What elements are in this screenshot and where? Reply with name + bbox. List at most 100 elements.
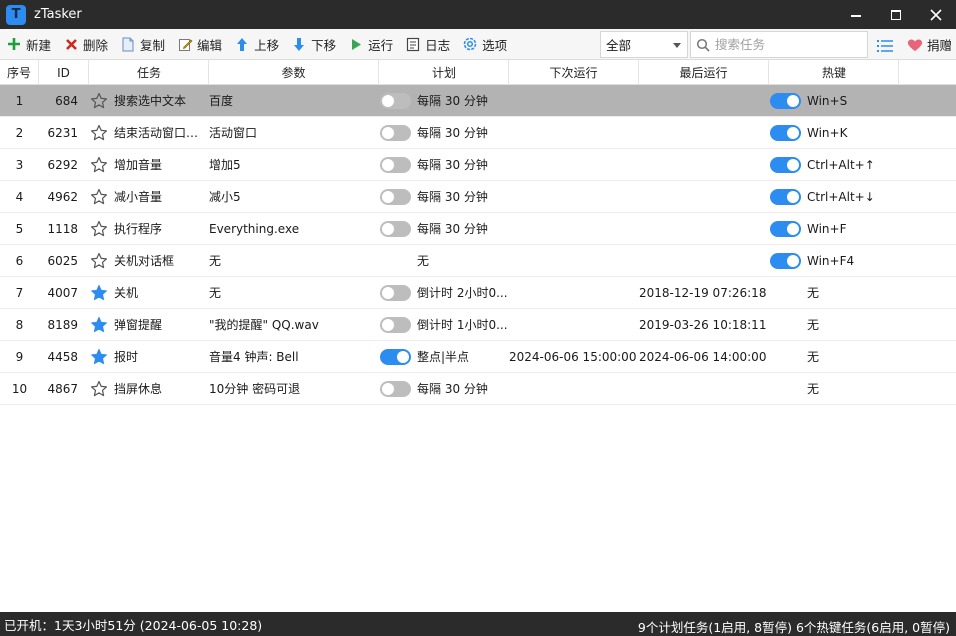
cell-filler	[899, 341, 956, 373]
star-outline-icon[interactable]	[90, 252, 108, 270]
table-row[interactable]: 1 684 搜索选中文本 百度 每隔 30 分钟 Win+S	[0, 85, 956, 117]
hotkey-toggle[interactable]	[770, 188, 801, 205]
star-outline-icon[interactable]	[90, 124, 108, 142]
schedule-toggle[interactable]	[380, 156, 411, 173]
cell-task: 减小音量	[89, 181, 209, 213]
cell-param: 活动窗口	[209, 126, 258, 140]
cell-index: 1	[15, 93, 24, 108]
hotkey-toggle[interactable]	[770, 252, 801, 269]
delete-button[interactable]: 删除	[57, 29, 114, 60]
star-outline-icon[interactable]	[90, 220, 108, 238]
hotkey-toggle[interactable]	[770, 220, 801, 237]
table-row[interactable]: 7 4007 关机 无 倒计时 2小时0... 2018-12-19 07:26:18 无	[0, 277, 956, 309]
column-header-next-run[interactable]: 下次运行	[509, 60, 639, 85]
cell-filler	[899, 117, 956, 149]
column-header-id[interactable]: ID	[39, 60, 89, 85]
star-outline-icon[interactable]	[90, 92, 108, 110]
schedule-toggle[interactable]	[380, 316, 411, 333]
search-box	[690, 31, 868, 58]
run-button[interactable]: 运行	[342, 29, 399, 60]
cell-last-run	[639, 117, 769, 149]
cell-param: Everything.exe	[209, 221, 300, 236]
edit-icon	[177, 36, 193, 52]
cell-last-run	[639, 213, 769, 245]
hotkey-text: 无	[807, 350, 820, 364]
task-name: 报时	[114, 350, 139, 364]
cell-filler	[899, 181, 956, 213]
cell-param: 无	[209, 286, 222, 300]
filter-dropdown[interactable]: 全部	[600, 31, 688, 58]
cell-index: 5	[15, 221, 24, 236]
maximize-button[interactable]	[876, 0, 916, 29]
cell-next-run	[509, 277, 639, 309]
minimize-button[interactable]	[836, 0, 876, 29]
maximize-icon	[891, 9, 901, 20]
play-icon	[348, 36, 364, 52]
table-row[interactable]: 10 4867 挡屏休息 10分钟 密码可退 每隔 30 分钟 无	[0, 373, 956, 405]
star-outline-icon[interactable]	[90, 380, 108, 398]
cell-id: 8189	[47, 317, 78, 332]
column-header-schedule[interactable]: 计划	[379, 60, 509, 85]
move-up-button[interactable]: 上移	[228, 29, 285, 60]
table-row[interactable]: 4 4962 减小音量 减小5 每隔 30 分钟 Ctrl+Alt+↓	[0, 181, 956, 213]
cell-index: 4	[15, 189, 24, 204]
schedule-toggle[interactable]	[380, 284, 411, 301]
table-row[interactable]: 5 1118 执行程序 Everything.exe 每隔 30 分钟 Win+F	[0, 213, 956, 245]
cell-task: 增加音量	[89, 149, 209, 181]
cell-next-run	[509, 245, 639, 277]
column-header-hotkey[interactable]: 热键	[769, 60, 899, 85]
hotkey-toggle[interactable]	[770, 92, 801, 109]
star-filled-icon[interactable]	[90, 348, 108, 366]
schedule-toggle[interactable]	[380, 348, 411, 365]
table-row[interactable]: 6 6025 关机对话框 无 无 Win+F4	[0, 245, 956, 277]
donate-button[interactable]: 捐赠	[907, 29, 952, 60]
star-outline-icon[interactable]	[90, 156, 108, 174]
table-row[interactable]: 9 4458 报时 音量4 钟声: Bell 整点|半点 2024-06-06 15:00…	[0, 341, 956, 373]
table-row[interactable]: 2 6231 结束活动窗口及... 活动窗口 每隔 30 分钟 Win+K	[0, 117, 956, 149]
schedule-text: 每隔 30 分钟	[417, 382, 488, 396]
close-button[interactable]	[916, 0, 956, 29]
search-input[interactable]	[715, 37, 865, 52]
schedule-toggle[interactable]	[380, 124, 411, 141]
star-filled-icon[interactable]	[90, 284, 108, 302]
move-down-button[interactable]: 下移	[285, 29, 342, 60]
column-header-index[interactable]: 序号	[0, 60, 39, 85]
copy-button[interactable]: 复制	[114, 29, 171, 60]
cell-next-run	[509, 213, 639, 245]
toggle-knob	[787, 158, 799, 171]
new-button[interactable]: 新建	[0, 29, 57, 60]
hotkey-toggle[interactable]	[770, 156, 801, 173]
cell-task: 结束活动窗口及...	[89, 117, 209, 149]
cell-task: 执行程序	[89, 213, 209, 245]
schedule-toggle[interactable]	[380, 380, 411, 397]
table-row[interactable]: 8 8189 弹窗提醒 "我的提醒" QQ.wav 倒计时 1小时0... 2019-03…	[0, 309, 956, 341]
cell-id: 1118	[47, 221, 78, 236]
cell-param: 减小5	[209, 190, 241, 204]
column-header-task[interactable]: 任务	[89, 60, 209, 85]
star-outline-icon[interactable]	[90, 188, 108, 206]
toggle-knob	[382, 318, 394, 331]
cell-last-run	[639, 181, 769, 213]
log-button[interactable]: 日志	[399, 29, 456, 60]
schedule-toggle[interactable]	[380, 220, 411, 237]
edit-button[interactable]: 编辑	[171, 29, 228, 60]
column-header-last-run[interactable]: 最后运行	[639, 60, 769, 85]
cell-task: 报时	[89, 341, 209, 373]
column-header-param[interactable]: 参数	[209, 60, 379, 85]
table-row[interactable]: 3 6292 增加音量 增加5 每隔 30 分钟 Ctrl+Alt+↑	[0, 149, 956, 181]
task-table: 序号 ID 任务 参数 计划 下次运行 最后运行 热键 1 684 搜索选中文本 百度…	[0, 60, 956, 405]
hotkey-toggle[interactable]	[770, 124, 801, 141]
cell-schedule: 无	[379, 245, 509, 277]
schedule-toggle[interactable]	[380, 92, 411, 109]
star-filled-icon[interactable]	[90, 316, 108, 334]
search-icon	[696, 38, 710, 55]
cell-index: 2	[15, 125, 24, 140]
list-icon	[877, 40, 893, 52]
heart-icon	[907, 39, 923, 51]
toggle-knob	[787, 126, 799, 139]
options-button[interactable]: 选项	[456, 29, 513, 60]
cell-next-run	[509, 149, 639, 181]
cell-id: 684	[55, 93, 78, 108]
schedule-toggle[interactable]	[380, 188, 411, 205]
list-view-button[interactable]	[876, 38, 894, 57]
